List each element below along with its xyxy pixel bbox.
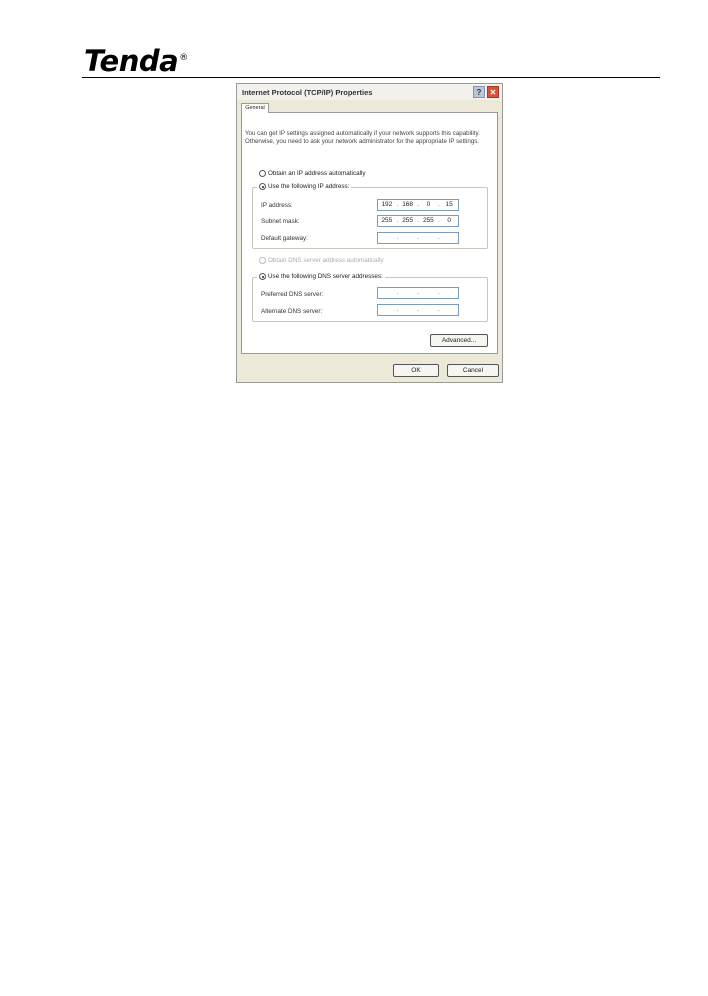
- advanced-button[interactable]: Advanced...: [430, 334, 488, 347]
- radio-use-following-dns[interactable]: Use the following DNS server addresses:: [257, 273, 385, 280]
- gateway-octet-2: [399, 233, 417, 243]
- alternate-dns-label: Alternate DNS server:: [261, 308, 323, 315]
- header-rule: [82, 77, 660, 78]
- pdns-octet-4: [440, 288, 458, 298]
- default-gateway-input[interactable]: . . .: [377, 232, 459, 244]
- radio-obtain-ip-auto-label: Obtain an IP address automatically: [268, 170, 366, 177]
- close-button[interactable]: ✕: [487, 86, 499, 98]
- preferred-dns-label: Preferred DNS server:: [261, 291, 324, 298]
- subnet-mask-input[interactable]: 255. 255. 255. 0: [377, 215, 459, 227]
- help-button[interactable]: ?: [473, 86, 485, 98]
- mask-octet-4: 0: [447, 217, 451, 224]
- ip-octet-3: 0: [426, 201, 431, 208]
- ip-address-input[interactable]: 192. 168. 0. 15: [377, 199, 459, 211]
- intro-text: You can get IP settings assigned automat…: [245, 130, 480, 145]
- gateway-octet-1: [378, 233, 396, 243]
- gateway-octet-4: [440, 233, 458, 243]
- default-gateway-label: Default gateway:: [261, 235, 308, 242]
- cancel-button[interactable]: Cancel: [447, 364, 499, 377]
- radio-obtain-dns-auto[interactable]: Obtain DNS server address automatically: [259, 257, 384, 264]
- mask-octet-3: 255: [422, 217, 434, 224]
- adns-octet-2: [399, 305, 417, 315]
- mask-octet-1: 255: [381, 217, 393, 224]
- radio-selected-icon: [259, 273, 266, 280]
- tenda-logo: Tenda®: [84, 44, 188, 78]
- adns-octet-4: [440, 305, 458, 315]
- preferred-dns-input[interactable]: . . .: [377, 287, 459, 299]
- logo-text: Tenda: [84, 44, 179, 78]
- pdns-octet-1: [378, 288, 396, 298]
- tab-general[interactable]: General: [241, 103, 269, 113]
- radio-obtain-ip-auto[interactable]: Obtain an IP address automatically: [259, 170, 366, 177]
- dialog-titlebar: Internet Protocol (TCP/IP) Properties ? …: [237, 84, 502, 100]
- radio-selected-icon: [259, 183, 266, 190]
- dialog-title: Internet Protocol (TCP/IP) Properties: [242, 88, 373, 97]
- adns-octet-1: [378, 305, 396, 315]
- pdns-octet-3: [420, 288, 438, 298]
- radio-use-following-ip-label: Use the following IP address:: [268, 183, 350, 190]
- subnet-mask-label: Subnet mask:: [261, 218, 300, 225]
- radio-disabled-icon: [259, 257, 266, 264]
- radio-obtain-dns-auto-label: Obtain DNS server address automatically: [268, 257, 384, 264]
- adns-octet-3: [420, 305, 438, 315]
- registered-mark: ®: [179, 53, 188, 64]
- ip-octet-4: 15: [445, 201, 453, 208]
- radio-use-following-dns-label: Use the following DNS server addresses:: [268, 273, 383, 280]
- ip-octet-1: 192: [381, 201, 393, 208]
- radio-use-following-ip[interactable]: Use the following IP address:: [257, 183, 352, 190]
- ip-address-label: IP address:: [261, 202, 293, 209]
- pdns-octet-2: [399, 288, 417, 298]
- alternate-dns-input[interactable]: . . .: [377, 304, 459, 316]
- radio-unselected-icon: [259, 170, 266, 177]
- ok-button[interactable]: OK: [393, 364, 439, 377]
- gateway-octet-3: [420, 233, 438, 243]
- tcpip-properties-dialog: Internet Protocol (TCP/IP) Properties ? …: [236, 83, 503, 383]
- mask-octet-2: 255: [402, 217, 414, 224]
- ip-octet-2: 168: [402, 201, 414, 208]
